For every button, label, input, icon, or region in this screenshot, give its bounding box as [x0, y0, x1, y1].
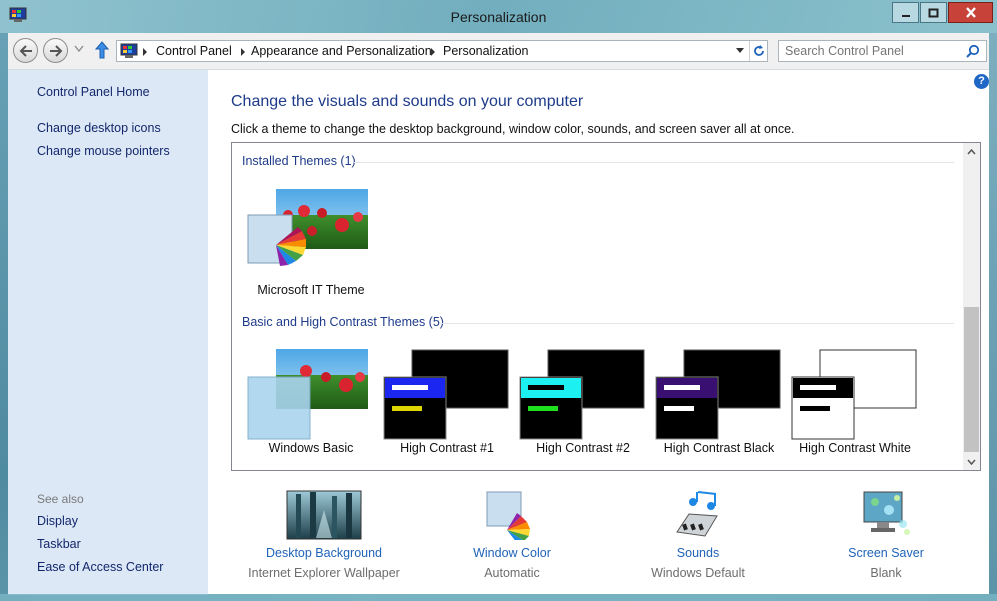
- sounds-icon: [676, 491, 718, 537]
- theme-preview-high-contrast-black: [655, 349, 781, 440]
- theme-label: High Contrast White: [799, 441, 911, 455]
- personalization-window: Personalization Control Panel Appearance…: [0, 0, 997, 601]
- see-also-label: See also: [37, 492, 84, 506]
- chevron-down-icon: [736, 48, 744, 53]
- theme-microsoft-it[interactable]: Microsoft IT Theme: [246, 187, 376, 307]
- theme-label: Windows Basic: [268, 441, 354, 455]
- group-divider: [440, 323, 954, 324]
- theme-label: High Contrast Black: [663, 441, 775, 455]
- sounds-value: Windows Default: [651, 566, 745, 580]
- refresh-button[interactable]: [749, 41, 767, 61]
- sidebar-link-taskbar[interactable]: Taskbar: [37, 537, 81, 551]
- breadcrumb-appearance[interactable]: Appearance and Personalization: [251, 44, 432, 58]
- desktop-background-icon: [286, 490, 362, 540]
- recent-locations-chevron-icon[interactable]: [74, 45, 84, 53]
- breadcrumb-separator-icon[interactable]: [241, 48, 245, 56]
- themes-list[interactable]: Installed Themes (1) Microsoft IT Theme …: [231, 142, 981, 471]
- up-arrow-icon[interactable]: [95, 41, 109, 59]
- navigation-bar: Control Panel Appearance and Personaliza…: [8, 33, 989, 69]
- theme-label: High Contrast #1: [400, 441, 494, 455]
- desktop-background-link[interactable]: Desktop Background: [239, 546, 409, 560]
- refresh-icon: [753, 45, 764, 56]
- breadcrumb-personalization[interactable]: Personalization: [443, 44, 528, 58]
- maximize-icon: [928, 8, 939, 17]
- window-title: Personalization: [450, 9, 547, 25]
- sounds-link[interactable]: Sounds: [613, 546, 783, 560]
- close-button[interactable]: [948, 2, 993, 23]
- installed-themes-header[interactable]: Installed Themes (1): [242, 154, 356, 168]
- screen-saver-value: Blank: [870, 566, 902, 580]
- search-icon[interactable]: [966, 44, 980, 58]
- control-panel-icon: [120, 43, 138, 58]
- themes-scrollbar[interactable]: [963, 143, 980, 470]
- screen-saver-icon: [863, 491, 910, 535]
- breadcrumb-separator-icon[interactable]: [143, 48, 147, 56]
- breadcrumb-control-panel[interactable]: Control Panel: [156, 44, 232, 58]
- window-color-icon: [486, 491, 530, 540]
- minimize-button[interactable]: [892, 2, 919, 23]
- group-divider: [354, 162, 954, 163]
- sidebar-link-change-desktop-icons[interactable]: Change desktop icons: [37, 121, 161, 135]
- sidebar-link-ease-of-access[interactable]: Ease of Access Center: [37, 560, 163, 574]
- sidebar-link-display[interactable]: Display: [37, 514, 78, 528]
- window-bottom-frame: [0, 594, 997, 601]
- sidebar-link-change-mouse-pointers[interactable]: Change mouse pointers: [37, 144, 170, 158]
- theme-preview-high-contrast-white: [791, 349, 917, 440]
- back-button[interactable]: [13, 38, 38, 63]
- forward-arrow-icon: [49, 44, 62, 57]
- scroll-thumb[interactable]: [964, 307, 979, 452]
- content-area: Control Panel Home Change desktop icons …: [8, 69, 989, 595]
- theme-label: High Contrast #2: [536, 441, 630, 455]
- theme-high-contrast-black[interactable]: High Contrast Black: [654, 349, 784, 464]
- minimize-icon: [901, 14, 910, 17]
- theme-windows-basic[interactable]: Windows Basic: [246, 349, 376, 464]
- basic-themes-header[interactable]: Basic and High Contrast Themes (5): [242, 315, 444, 329]
- theme-label: Microsoft IT Theme: [257, 283, 365, 297]
- theme-preview-microsoft-it: [247, 189, 368, 266]
- scroll-down-button[interactable]: [963, 453, 980, 470]
- address-dropdown-button[interactable]: [731, 41, 749, 61]
- scroll-up-button[interactable]: [963, 143, 980, 160]
- theme-high-contrast-white[interactable]: High Contrast White: [790, 349, 920, 464]
- close-icon: [965, 7, 976, 18]
- title-bar[interactable]: Personalization: [0, 0, 997, 33]
- help-icon[interactable]: ?: [974, 74, 989, 89]
- page-title: Change the visuals and sounds on your co…: [231, 93, 584, 110]
- search-input[interactable]: [785, 43, 955, 59]
- back-arrow-icon: [19, 44, 32, 57]
- chevron-up-icon: [967, 148, 976, 154]
- maximize-button[interactable]: [920, 2, 947, 23]
- screen-saver-link[interactable]: Screen Saver: [801, 546, 971, 560]
- page-description: Click a theme to change the desktop back…: [231, 122, 795, 136]
- forward-button[interactable]: [43, 38, 68, 63]
- sidebar: Control Panel Home Change desktop icons …: [8, 70, 208, 595]
- window-color-link[interactable]: Window Color: [427, 546, 597, 560]
- desktop-background-value: Internet Explorer Wallpaper: [248, 566, 400, 580]
- address-bar[interactable]: Control Panel Appearance and Personaliza…: [116, 40, 768, 62]
- window-color-value: Automatic: [484, 566, 540, 580]
- theme-high-contrast-1[interactable]: High Contrast #1: [382, 349, 512, 464]
- sidebar-link-control-panel-home[interactable]: Control Panel Home: [37, 85, 150, 99]
- breadcrumb-separator-icon[interactable]: [431, 48, 435, 56]
- chevron-down-icon: [967, 459, 976, 465]
- theme-preview-windows-basic: [247, 349, 368, 440]
- theme-preview-high-contrast-2: [519, 349, 645, 440]
- search-box[interactable]: [778, 40, 987, 62]
- theme-preview-high-contrast-1: [383, 349, 509, 440]
- theme-high-contrast-2[interactable]: High Contrast #2: [518, 349, 648, 464]
